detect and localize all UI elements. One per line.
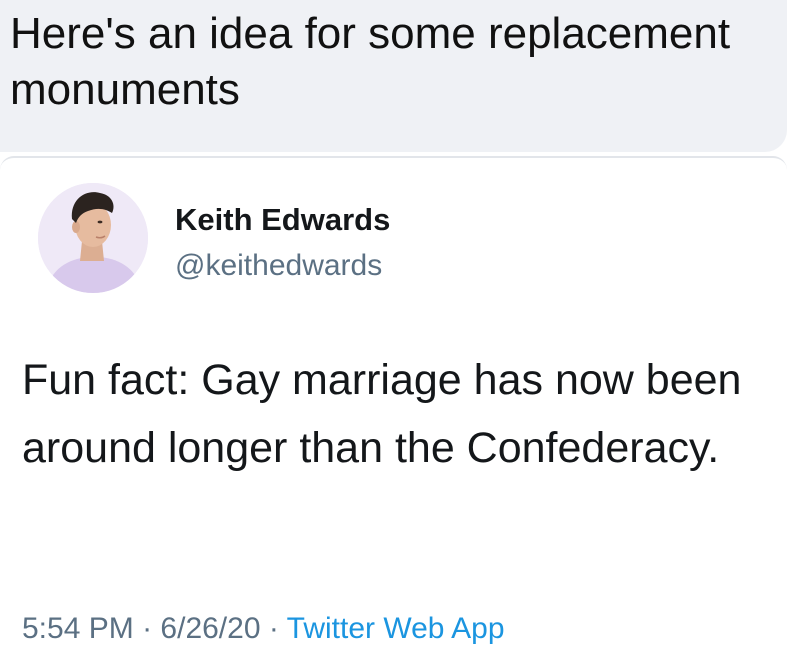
tweet-text: Fun fact: Gay marriage has now been arou…: [22, 356, 742, 472]
screenshot: Here's an idea for some replacement monu…: [0, 0, 787, 672]
profile-photo-icon: [38, 183, 148, 293]
meta-separator: ·: [142, 612, 153, 645]
meta-separator: ·: [268, 612, 279, 645]
tweet-time[interactable]: 5:54 PM: [22, 612, 134, 645]
embedded-tweet-card[interactable]: Keith Edwards @keithedwards Fun fact: Ga…: [0, 156, 787, 672]
post-message-text: Here's an idea for some replacement monu…: [10, 9, 731, 114]
tweet-source-link[interactable]: Twitter Web App: [287, 612, 505, 645]
tweet-metadata: 5:54 PM · 6/26/20 · Twitter Web App: [22, 610, 505, 648]
author-avatar[interactable]: [38, 183, 148, 293]
tweet-date[interactable]: 6/26/20: [160, 612, 260, 645]
author-name[interactable]: Keith Edwards: [175, 201, 390, 239]
post-message-bubble: Here's an idea for some replacement monu…: [0, 0, 787, 152]
author-handle[interactable]: @keithedwards: [175, 247, 382, 285]
